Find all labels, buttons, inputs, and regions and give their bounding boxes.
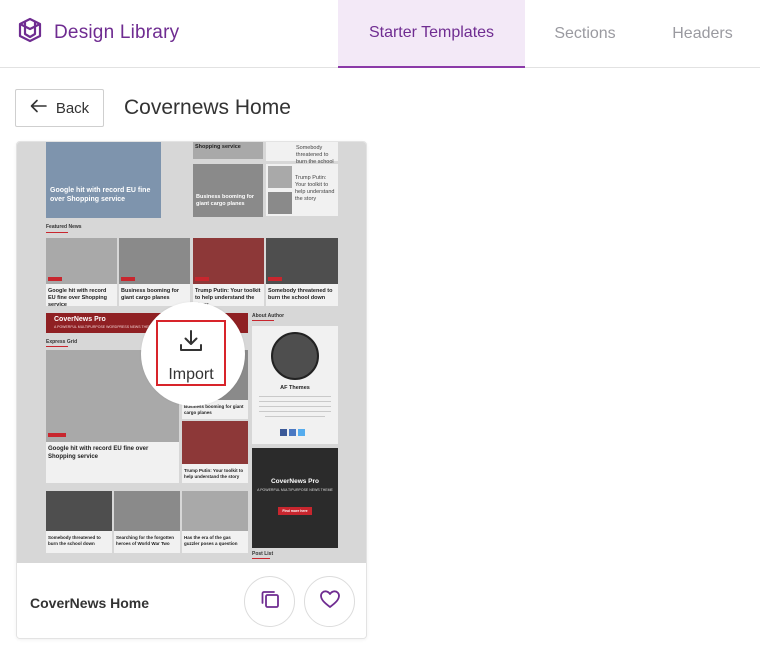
import-label: Import [168,366,214,383]
top-bar: Design Library Starter Templates Section… [0,0,760,68]
author-bio-line [259,401,331,402]
copy-button[interactable] [244,576,295,627]
express-item: Has the era of the gas guzzler poses a q… [184,535,238,546]
category-tag [48,277,62,281]
side-item: Business booming for giant cargo planes [196,194,255,207]
section-label: Featured News [46,224,82,230]
express-image [114,491,180,531]
featured-title: Google hit with record EU fine over Shop… [48,288,107,308]
linkedin-icon [289,429,296,436]
hero-title: Google hit with record EU fine over Shop… [50,187,151,203]
download-icon [178,328,204,359]
facebook-icon [280,429,287,436]
express-item: Trump Putin: Your toolkit to help unders… [184,468,244,479]
express-item: Searching for the forgotten heroes of Wo… [116,535,175,546]
express-item: Somebody threatened to burn the school d… [48,535,101,546]
import-highlight: Import [156,320,226,386]
featured-title: Somebody threatened to burn the school d… [268,288,333,301]
author-bio-line [265,416,325,417]
section-label: Express Grid [46,339,78,345]
import-button[interactable]: Import [141,302,245,406]
author-bio-line [259,396,331,397]
section-underline [46,346,68,347]
favorite-button[interactable] [304,576,355,627]
section-label: Post List [252,551,274,557]
template-preview[interactable]: Google hit with record EU fine over Shop… [17,142,366,563]
banner-title: CoverNews Pro [54,316,106,323]
template-name: CoverNews Home [30,595,150,611]
brand-name: Design Library [54,21,180,43]
ad-widget [252,448,338,548]
category-tag [121,277,135,281]
section-underline [252,320,274,321]
author-avatar [271,332,319,380]
category-tag [268,277,282,281]
side-item: Trump Putin: Your toolkit to help unders… [295,175,335,202]
tab-sections[interactable]: Sections [525,0,645,68]
back-label: Back [55,99,90,117]
express-image [182,421,248,464]
express-title: Google hit with record EU fine over Shop… [48,446,149,460]
ad-title: CoverNews Pro [270,478,320,485]
section-underline [46,232,68,233]
category-tag [48,433,66,437]
side-image [193,164,263,217]
tab-headers[interactable]: Headers [645,0,760,68]
page-title: Covernews Home [124,96,291,119]
side-item: Shopping service [195,144,241,150]
twitter-icon [298,429,305,436]
logo-icon [16,16,44,49]
category-tag [195,277,209,281]
banner-subtitle: A POWERFUL MULTIPURPOSE WORDPRESS NEWS T… [54,325,154,329]
express-image [182,491,248,531]
ad-button: Find more here [278,507,312,515]
author-bio-line [259,411,331,412]
express-image [46,491,112,531]
template-card: Google hit with record EU fine over Shop… [16,141,367,639]
tab-starter-templates[interactable]: Starter Templates [338,0,525,68]
section-underline [252,558,270,559]
hero-image [46,142,161,218]
arrow-left-icon [30,99,47,117]
author-name: AF Themes [280,385,310,391]
side-thumb [268,166,292,188]
back-button[interactable]: Back [15,89,104,127]
side-thumb [268,192,292,214]
ad-subtitle: A POWERFUL MULTIPURPOSE NEWS THEME [257,488,333,492]
copy-icon [258,587,282,616]
author-bio-line [259,406,331,407]
brand: Design Library [16,16,179,49]
section-label: About Author [252,313,285,319]
heart-icon [318,587,342,616]
featured-title: Business booming for giant cargo planes [121,288,180,301]
